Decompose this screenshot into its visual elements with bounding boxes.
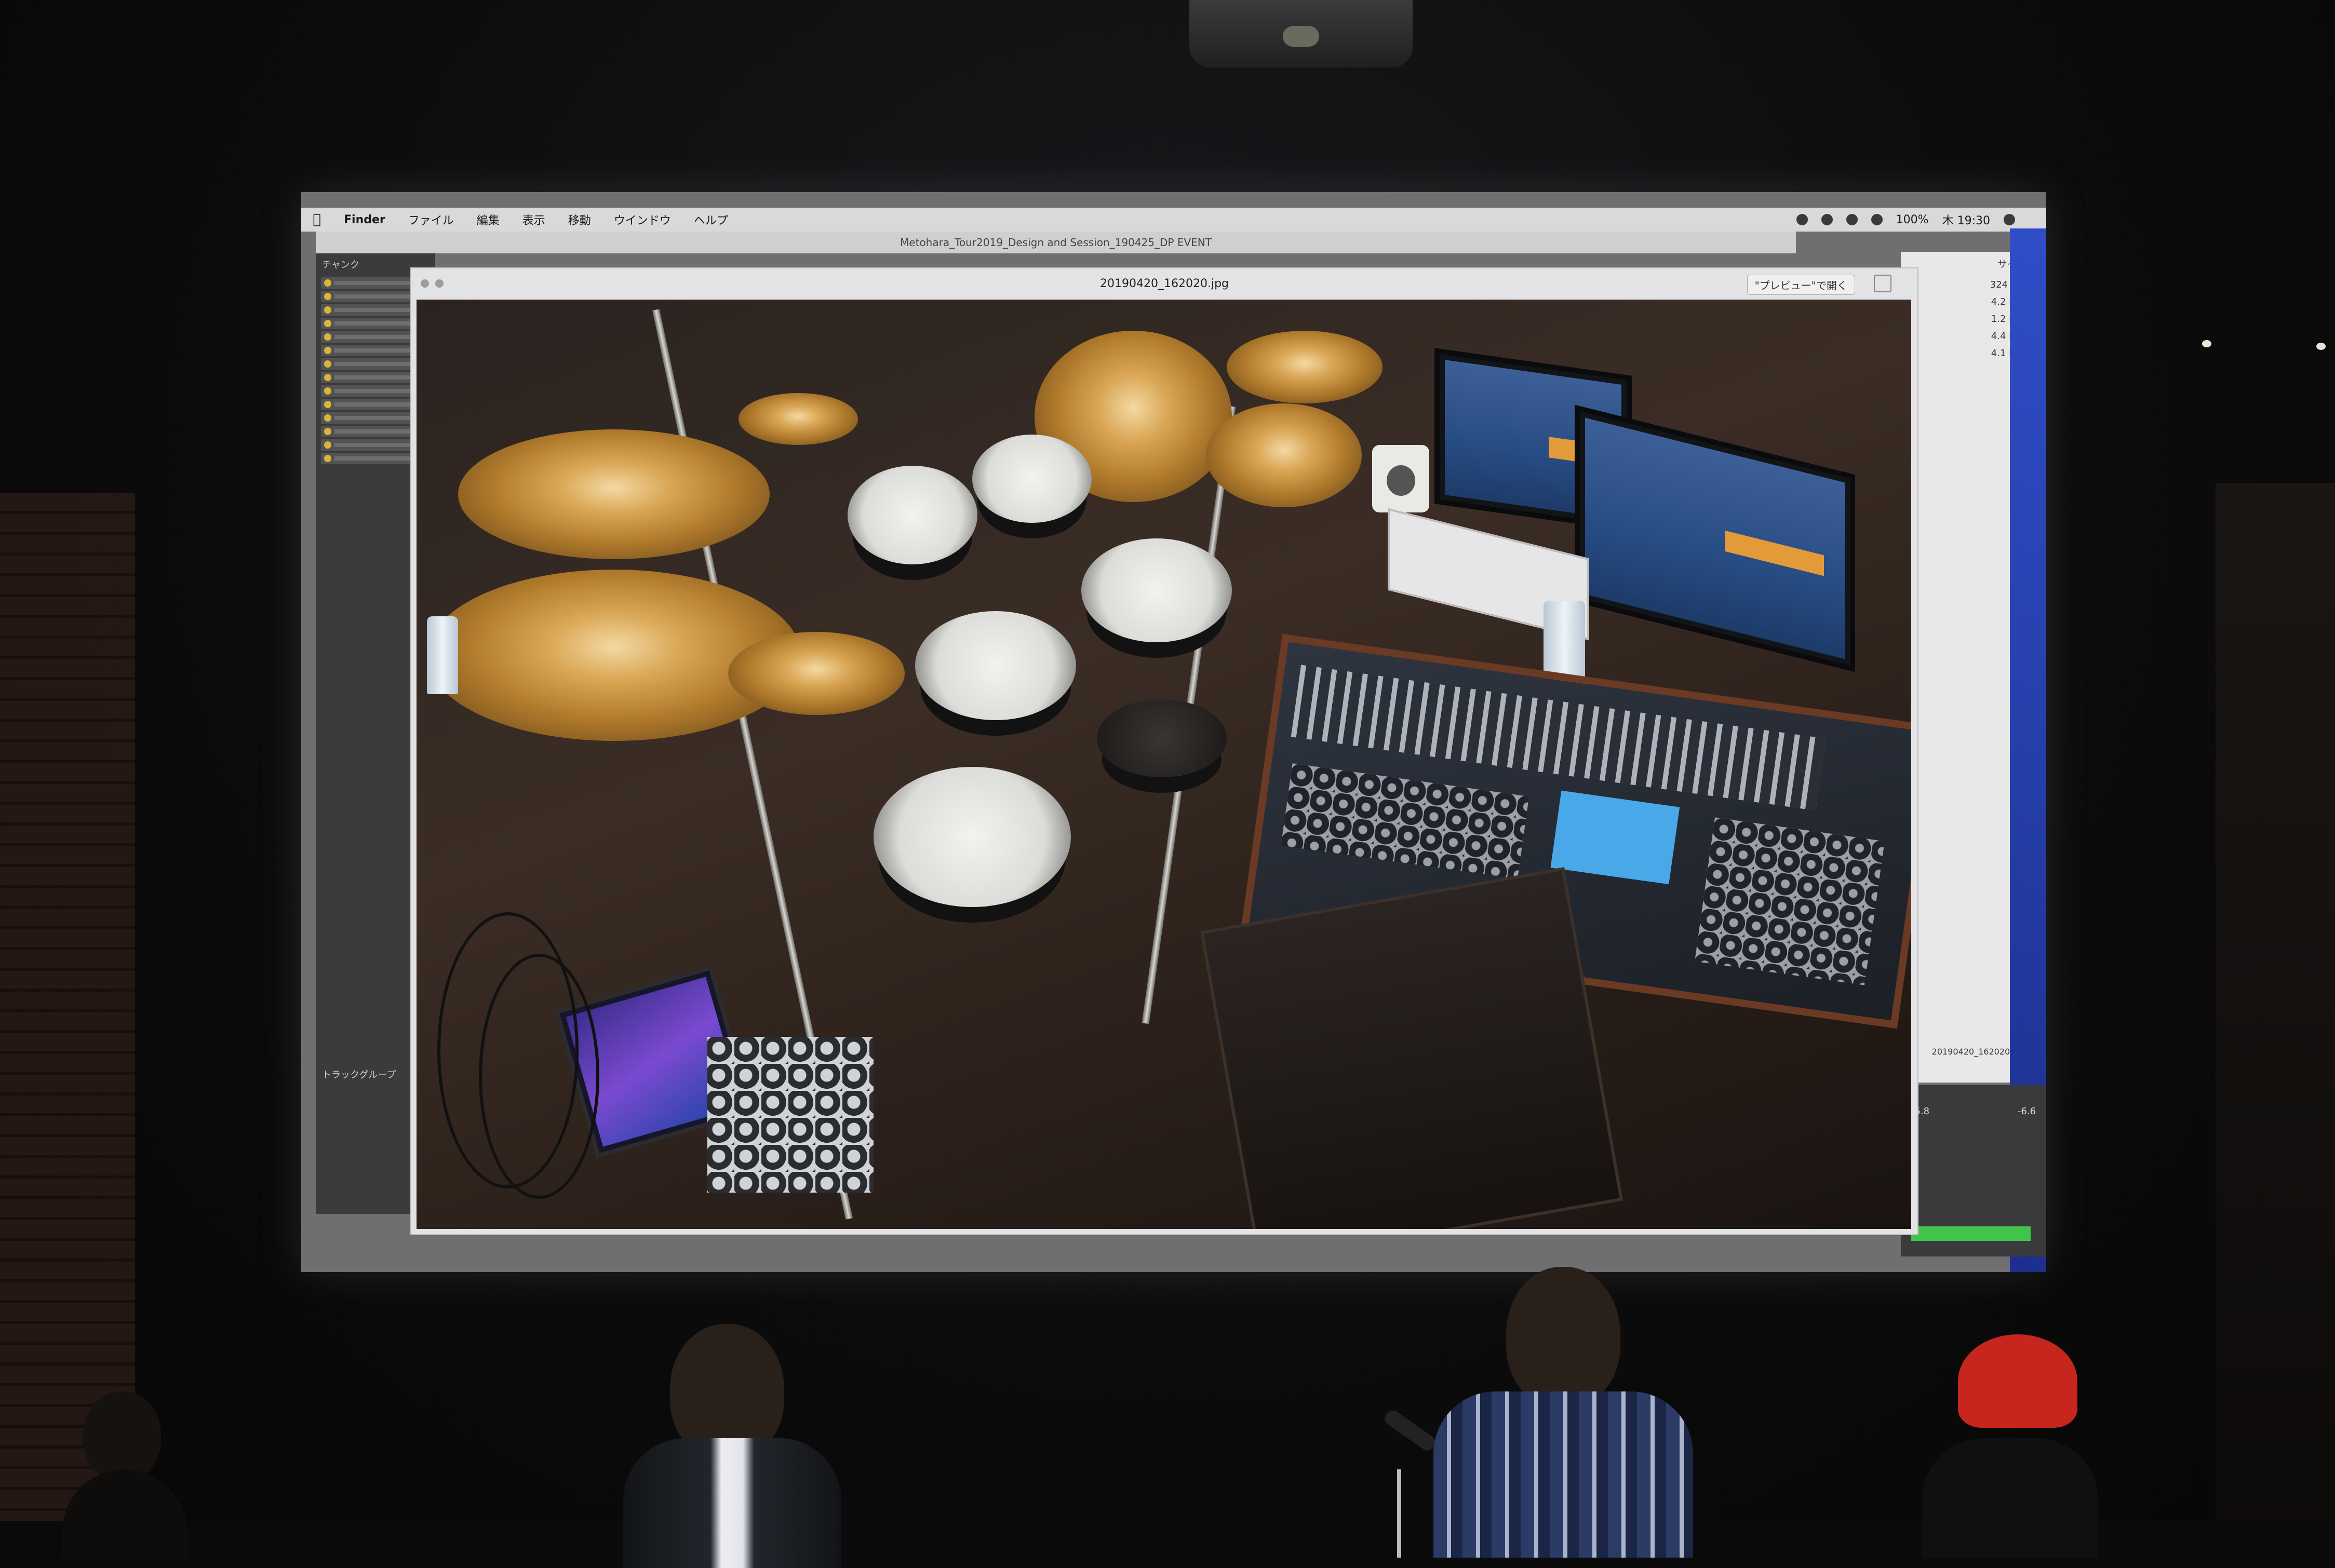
menu-file[interactable]: ファイル — [397, 211, 465, 228]
speaker-cone — [1386, 465, 1415, 496]
speaker-left — [623, 1324, 873, 1568]
menubar-status-area: 100% 木 19:30 — [1796, 211, 2046, 228]
meter-value-right: -6.6 — [2017, 1106, 2036, 1117]
red-cap — [1958, 1334, 2077, 1428]
cymbal — [1206, 403, 1362, 507]
controller-pads — [707, 1037, 874, 1193]
menubar-clock[interactable]: 木 19:30 — [1942, 211, 1990, 228]
menu-edit[interactable]: 編集 — [465, 211, 511, 228]
cymbal — [728, 632, 905, 715]
daw-region — [1725, 530, 1824, 576]
level-meter: -5.8 -6.6 — [1901, 1085, 2046, 1256]
track-dot — [324, 374, 331, 381]
preview-titlebar[interactable]: 20190420_162020.jpg "プレビュー"で開く — [411, 268, 1917, 299]
ceiling-projector — [1189, 0, 1413, 67]
equipment-rack — [1200, 867, 1623, 1229]
person-head — [83, 1391, 161, 1480]
person-torso — [1922, 1438, 2098, 1558]
track-dot — [324, 293, 331, 300]
track-dot — [324, 387, 331, 395]
mixer-knobs — [1695, 817, 1885, 985]
menu-help[interactable]: ヘルプ — [682, 211, 740, 228]
menu-view[interactable]: 表示 — [511, 211, 557, 228]
daw-screen — [1585, 417, 1845, 659]
person-torso — [62, 1469, 187, 1558]
mac-menubar:  Finder ファイル 編集 表示 移動 ウインドウ ヘルプ 100% 木 … — [301, 208, 2046, 232]
track-dot — [324, 360, 331, 368]
track-dot — [324, 279, 331, 287]
cymbal — [458, 429, 770, 559]
meter-green-bar — [1911, 1226, 2031, 1241]
snare-drum — [915, 611, 1076, 720]
preview-filename: 20190420_162020.jpg — [1100, 277, 1229, 290]
person-torso — [623, 1438, 841, 1568]
plaid-shirt — [1433, 1391, 1693, 1558]
battery-percent: 100% — [1896, 213, 1929, 226]
cymbal — [1227, 331, 1383, 403]
studio-photo — [417, 300, 1911, 1229]
open-in-preview-button[interactable]: "プレビュー"で開く — [1747, 275, 1855, 295]
track-dot — [324, 320, 331, 327]
tom-drum — [972, 435, 1092, 523]
spotlight-icon[interactable] — [2004, 214, 2015, 225]
track-dot — [324, 455, 331, 462]
ceiling-light — [2316, 343, 2326, 350]
track-dot — [324, 428, 331, 435]
menu-go[interactable]: 移動 — [557, 211, 602, 228]
share-icon[interactable] — [1874, 275, 1891, 292]
quicklook-preview-window: 20190420_162020.jpg "プレビュー"で開く — [410, 267, 1918, 1235]
ceiling-light — [2202, 340, 2211, 347]
computer-monitor — [1575, 404, 1855, 672]
audience-member — [1922, 1334, 2103, 1558]
mixer-display — [1550, 790, 1680, 885]
menu-finder[interactable]: Finder — [332, 213, 397, 226]
track-dot — [324, 401, 331, 408]
status-icon[interactable] — [1821, 214, 1833, 225]
cable-loop — [479, 954, 599, 1199]
floor-tom — [874, 767, 1071, 907]
projection-screen:  Finder ファイル 編集 表示 移動 ウインドウ ヘルプ 100% 木 … — [301, 192, 2046, 1272]
wifi-icon[interactable] — [1846, 214, 1858, 225]
drum-throne — [1097, 699, 1227, 777]
microphone-stand — [1397, 1469, 1401, 1558]
audience-member — [62, 1391, 197, 1558]
track-dot — [324, 333, 331, 341]
floor-tom — [1081, 538, 1232, 642]
dropbox-icon[interactable] — [1796, 214, 1808, 225]
track-dot — [324, 414, 331, 422]
projector-lens — [1283, 26, 1319, 47]
speaker-right — [1428, 1267, 1698, 1558]
daw-window-title: Metohara_Tour2019_Design and Session_190… — [316, 232, 1796, 253]
volume-icon[interactable] — [1871, 214, 1883, 225]
track-dot — [324, 306, 331, 314]
wall-right — [2216, 483, 2335, 1558]
track-dot — [324, 441, 331, 449]
tom-drum — [848, 466, 977, 564]
track-group-label: トラックグループ — [322, 1070, 396, 1080]
menu-window[interactable]: ウインドウ — [602, 211, 682, 228]
person-head — [1506, 1267, 1620, 1407]
studio-speaker — [1372, 445, 1429, 512]
apple-icon[interactable]:  — [301, 212, 332, 227]
cymbal — [739, 393, 858, 445]
water-bottle — [427, 616, 458, 694]
track-dot — [324, 347, 331, 354]
mixer-knobs — [1281, 763, 1529, 879]
